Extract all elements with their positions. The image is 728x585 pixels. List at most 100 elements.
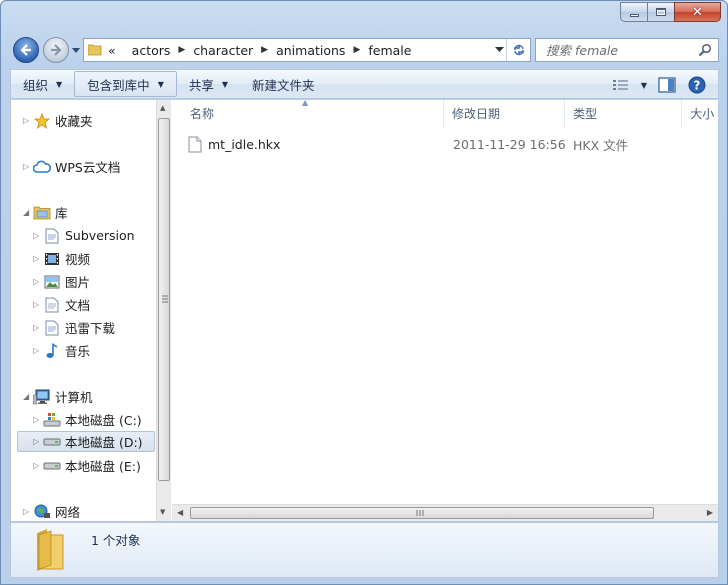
nav-network[interactable]: ▷ 网络 <box>23 501 80 521</box>
address-history-dropdown[interactable] <box>495 47 504 53</box>
new-folder-button[interactable]: 新建文件夹 <box>240 71 327 97</box>
sort-ascending-icon: ▲ <box>302 98 309 107</box>
breadcrumb-female[interactable]: ▶ female <box>345 43 411 58</box>
refresh-button[interactable] <box>506 39 530 61</box>
svg-text:?: ? <box>694 79 701 93</box>
folder-icon <box>37 529 64 571</box>
horizontal-scrollbar[interactable]: ◀ ▶ <box>172 504 718 521</box>
expand-icon[interactable]: ▷ <box>33 277 43 286</box>
nav-drive-d[interactable]: ▷ 本地磁盘 (D:) <box>17 431 155 452</box>
file-name: mt_idle.hkx <box>208 136 281 152</box>
expand-icon[interactable]: ▷ <box>33 461 43 470</box>
recent-pages-dropdown[interactable] <box>71 45 81 55</box>
nav-drive-e[interactable]: ▷ 本地磁盘 (E:) <box>33 455 141 476</box>
forward-button[interactable] <box>43 37 69 63</box>
file-modified: 2011-11-29 16:56 <box>453 136 566 152</box>
breadcrumb-character[interactable]: ▶ character <box>170 43 253 58</box>
search-box[interactable] <box>535 38 719 62</box>
column-modified[interactable]: 修改日期 <box>444 100 566 127</box>
scroll-thumb[interactable] <box>190 507 654 519</box>
expand-icon[interactable]: ▷ <box>33 300 43 309</box>
nav-subversion[interactable]: ▷ Subversion <box>33 225 135 246</box>
toolbar-right: ▼ ? <box>606 72 712 98</box>
column-type[interactable]: 类型 <box>565 100 683 127</box>
nav-videos[interactable]: ▷ 视频 <box>33 248 90 269</box>
grip-icon <box>416 510 424 516</box>
folder-icon <box>88 44 102 56</box>
column-name[interactable]: 名称 ▲ <box>172 98 444 127</box>
library-icon <box>33 205 51 221</box>
caption-buttons: ✕ <box>620 2 721 22</box>
expand-icon[interactable]: ▷ <box>23 507 33 516</box>
nav-documents[interactable]: ▷ 文档 <box>33 294 90 315</box>
film-icon <box>43 251 61 267</box>
expand-icon[interactable]: ▷ <box>23 162 33 171</box>
nav-computer[interactable]: ◢ 计算机 <box>23 386 93 407</box>
scroll-up-icon[interactable]: ▲ <box>160 104 165 112</box>
scroll-left-icon[interactable]: ◀ <box>177 508 183 517</box>
scroll-right-icon[interactable]: ▶ <box>707 508 713 517</box>
scroll-down-icon[interactable]: ▼ <box>160 508 165 516</box>
expand-icon[interactable]: ▷ <box>33 346 43 355</box>
view-list-icon <box>613 80 628 90</box>
breadcrumb-animations[interactable]: ▶ animations <box>253 43 345 58</box>
nav-drive-c[interactable]: ▷ 本地磁盘 (C:) <box>33 409 142 430</box>
navigation-pane: ▷ 收藏夹 ▷ WPS云文档 ◢ 库 ▷ Subversion ▷ 视频 ▷ 图… <box>11 100 156 521</box>
chevron-right-icon: ▶ <box>353 45 361 55</box>
content-area: ▷ 收藏夹 ▷ WPS云文档 ◢ 库 ▷ Subversion ▷ 视频 ▷ 图… <box>10 98 719 522</box>
search-input[interactable] <box>546 42 696 58</box>
chevron-right-icon: ▶ <box>261 45 269 55</box>
back-button[interactable] <box>13 37 39 63</box>
file-row[interactable]: mt_idle.hkx 2011-11-29 16:56 HKX 文件 <box>188 133 718 155</box>
nav-pictures[interactable]: ▷ 图片 <box>33 271 90 292</box>
nav-libraries[interactable]: ◢ 库 <box>23 202 68 223</box>
computer-icon <box>33 389 51 405</box>
details-pane: 1 个对象 <box>10 522 719 578</box>
refresh-icon <box>513 44 524 56</box>
search-icon[interactable] <box>698 43 712 57</box>
address-bar[interactable]: « actors ▶ character ▶ animations ▶ female <box>83 38 531 62</box>
address-overflow[interactable]: « <box>108 43 116 58</box>
drive-icon <box>43 434 61 450</box>
star-icon <box>33 112 51 129</box>
organize-button[interactable]: 组织 ▼ <box>11 71 74 97</box>
nav-music[interactable]: ▷ 音乐 <box>33 340 90 361</box>
help-button[interactable]: ? <box>682 72 712 98</box>
music-note-icon <box>43 342 61 359</box>
close-button[interactable]: ✕ <box>674 2 721 22</box>
nav-wps-cloud[interactable]: ▷ WPS云文档 <box>23 156 120 177</box>
maximize-icon <box>656 8 666 16</box>
expand-icon[interactable]: ▷ <box>33 254 43 263</box>
collapse-icon[interactable]: ◢ <box>23 392 33 401</box>
include-in-library-button[interactable]: 包含到库中 ▼ <box>74 71 177 97</box>
view-dropdown[interactable]: ▼ <box>636 72 652 98</box>
preview-pane-icon <box>658 77 676 93</box>
column-headers: 名称 ▲ 修改日期 类型 大小 <box>172 98 718 127</box>
preview-pane-button[interactable] <box>652 72 682 98</box>
expand-icon[interactable]: ▷ <box>33 231 43 240</box>
navigation-scrollbar[interactable]: ▲ ▼ <box>156 100 171 521</box>
command-bar: 组织 ▼ 包含到库中 ▼ 共享 ▼ 新建文件夹 ▼ ? <box>10 69 719 99</box>
maximize-button[interactable] <box>647 2 674 22</box>
expand-icon[interactable]: ▷ <box>33 323 43 332</box>
drive-icon <box>43 458 61 474</box>
document-library-icon <box>43 228 61 244</box>
nav-xunlei[interactable]: ▷ 迅雷下载 <box>33 317 115 338</box>
column-size[interactable]: 大小 <box>682 100 718 127</box>
expand-icon[interactable]: ▷ <box>33 415 43 424</box>
picture-icon <box>43 274 61 290</box>
collapse-icon[interactable]: ◢ <box>23 208 33 217</box>
file-icon <box>188 136 202 152</box>
minimize-button[interactable] <box>620 2 647 22</box>
view-options-button[interactable] <box>606 72 636 98</box>
explorer-window: ✕ « actors ▶ character ▶ animations ▶ femal… <box>0 0 728 585</box>
expand-icon[interactable]: ▷ <box>33 437 43 446</box>
chevron-down-icon: ▼ <box>157 79 164 89</box>
share-button[interactable]: 共享 ▼ <box>177 71 240 97</box>
expand-icon[interactable]: ▷ <box>23 116 33 125</box>
chevron-down-icon: ▼ <box>221 79 229 89</box>
nav-favorites[interactable]: ▷ 收藏夹 <box>23 110 93 131</box>
system-drive-icon <box>43 412 61 428</box>
scroll-thumb[interactable] <box>158 118 170 481</box>
breadcrumb-actors[interactable]: actors <box>116 43 171 58</box>
